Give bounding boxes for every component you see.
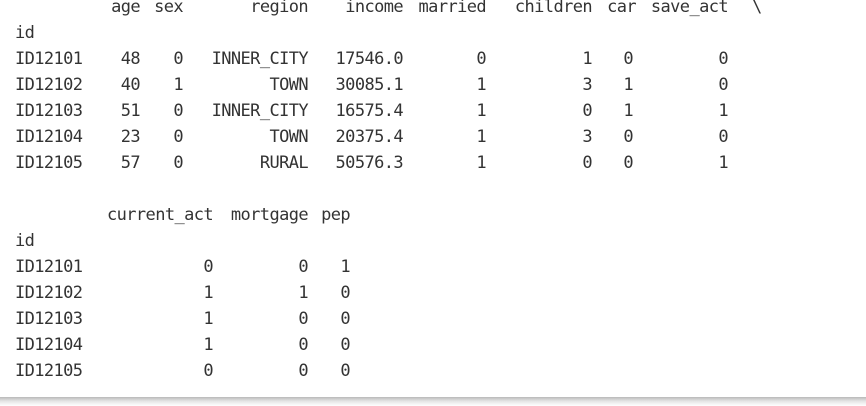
cell-car: 1 xyxy=(623,101,633,121)
row-id: ID12102 xyxy=(15,283,83,303)
cell-pep: 0 xyxy=(340,335,350,355)
cell-mortgage: 1 xyxy=(298,283,308,303)
row-id: ID12101 xyxy=(15,257,83,277)
cell-current-act: 1 xyxy=(203,309,213,329)
cell-region: INNER_CITY xyxy=(211,49,309,69)
row-id: ID12101 xyxy=(15,49,83,69)
cell-age: 51 xyxy=(120,101,141,121)
line-continuation: \ xyxy=(752,0,762,17)
cell-mortgage: 0 xyxy=(298,309,308,329)
column-header-mortgage: mortgage xyxy=(230,205,309,225)
cell-region: TOWN xyxy=(269,127,308,147)
row-id: ID12103 xyxy=(15,101,83,121)
cell-income: 30085.1 xyxy=(335,75,404,95)
cell-children: 3 xyxy=(582,127,592,147)
cell-current-act: 0 xyxy=(203,257,213,277)
cell-married: 1 xyxy=(476,75,486,95)
cell-income: 16575.4 xyxy=(335,101,404,121)
row-id: ID12102 xyxy=(15,75,83,95)
cell-region: TOWN xyxy=(269,75,308,95)
cell-current-act: 1 xyxy=(203,335,213,355)
cell-mortgage: 0 xyxy=(298,361,308,381)
cell-save-act: 1 xyxy=(718,101,728,121)
cell-save-act: 1 xyxy=(718,153,728,173)
index-name: id xyxy=(15,231,35,251)
cell-pep: 0 xyxy=(340,361,350,381)
cell-mortgage: 0 xyxy=(298,257,308,277)
row-id: ID12104 xyxy=(15,335,83,355)
cell-income: 20375.4 xyxy=(335,127,404,147)
cell-married: 1 xyxy=(476,127,486,147)
cell-age: 23 xyxy=(120,127,141,147)
dataframe-output: age sex region income married children c… xyxy=(0,0,866,398)
column-header-region: region xyxy=(250,0,308,17)
cell-age: 57 xyxy=(120,153,141,173)
column-header-pep: pep xyxy=(321,205,351,225)
cell-save-act: 0 xyxy=(718,127,728,147)
cell-mortgage: 0 xyxy=(298,335,308,355)
cell-save-act: 0 xyxy=(718,49,728,69)
column-header-car: car xyxy=(607,0,637,17)
cell-income: 17546.0 xyxy=(335,49,404,69)
cell-current-act: 0 xyxy=(203,361,213,381)
cell-sex: 0 xyxy=(173,127,183,147)
cell-sex: 1 xyxy=(173,75,183,95)
cell-car: 0 xyxy=(623,127,633,147)
cell-car: 1 xyxy=(623,75,633,95)
column-header-sex: sex xyxy=(154,0,184,17)
cell-car: 0 xyxy=(623,153,633,173)
row-id: ID12105 xyxy=(15,361,83,381)
cell-pep: 0 xyxy=(340,283,350,303)
cell-region: RURAL xyxy=(259,153,309,173)
cell-sex: 0 xyxy=(173,49,183,69)
index-name: id xyxy=(15,23,35,43)
cell-children: 3 xyxy=(582,75,592,95)
cell-children: 0 xyxy=(582,153,592,173)
cell-married: 1 xyxy=(476,101,486,121)
column-header-married: married xyxy=(418,0,487,17)
row-id: ID12103 xyxy=(15,309,83,329)
cell-region: INNER_CITY xyxy=(211,101,309,121)
row-id: ID12104 xyxy=(15,127,83,147)
cell-income: 50576.3 xyxy=(335,153,404,173)
cell-pep: 0 xyxy=(340,309,350,329)
column-header-children: children xyxy=(514,0,593,17)
cell-pep: 1 xyxy=(340,257,350,277)
cell-age: 48 xyxy=(120,49,141,69)
cell-age: 40 xyxy=(120,75,141,95)
cell-married: 0 xyxy=(476,49,486,69)
column-header-save-act: save_act xyxy=(650,0,729,17)
cell-sex: 0 xyxy=(173,153,183,173)
cell-current-act: 1 xyxy=(203,283,213,303)
column-header-income: income xyxy=(345,0,403,17)
column-header-age: age xyxy=(111,0,141,17)
output-bottom-border xyxy=(0,397,866,406)
column-header-current-act: current_act xyxy=(107,205,214,225)
cell-children: 0 xyxy=(582,101,592,121)
cell-sex: 0 xyxy=(173,101,183,121)
row-id: ID12105 xyxy=(15,153,83,173)
cell-married: 1 xyxy=(476,153,486,173)
cell-car: 0 xyxy=(623,49,633,69)
cell-save-act: 0 xyxy=(718,75,728,95)
cell-children: 1 xyxy=(582,49,592,69)
